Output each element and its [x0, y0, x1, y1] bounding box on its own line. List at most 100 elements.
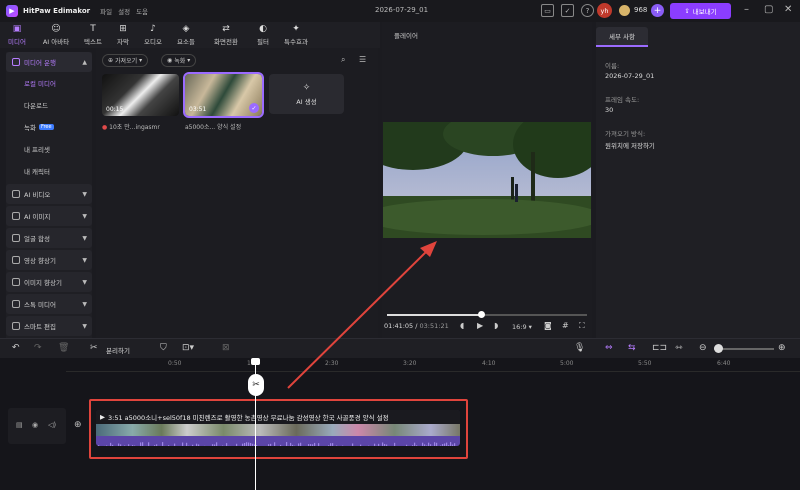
title-bar: ▶ HitPaw Edimakor 파일 설정 도움 2026-07-29_01…	[0, 0, 800, 22]
record-dropdown[interactable]: ◉ 녹화 ▾	[161, 54, 197, 67]
redo-icon[interactable]: ↷	[34, 343, 42, 353]
video-preview[interactable]	[383, 122, 591, 238]
list-view-icon[interactable]: ☰	[359, 55, 366, 64]
playhead-handle[interactable]	[251, 358, 260, 365]
tab-label: 텍스트	[84, 38, 102, 46]
player-title: 플레이어	[394, 32, 418, 40]
ai-generate-button[interactable]: ✧ AI 생성	[269, 74, 344, 114]
snapshot-icon[interactable]: ◙	[544, 321, 552, 330]
mask-icon[interactable]: ⊡▾	[182, 343, 194, 353]
split-track-icon[interactable]: ⊏⊐	[652, 343, 667, 353]
sidebar-item-record[interactable]: 녹화 Free	[6, 116, 92, 138]
media-thumbnail-selected[interactable]: 03:51 ✓	[183, 72, 264, 118]
menu-settings[interactable]: 설정	[118, 6, 130, 16]
sidebar-item-local-media[interactable]: 로컬 미디어	[6, 72, 92, 94]
tab-media[interactable]: ▣ 미디어	[0, 23, 34, 48]
name-label: 이름:	[605, 62, 620, 70]
aspect-label: 16:9	[512, 323, 527, 331]
menu-help[interactable]: 도움	[136, 6, 148, 16]
prev-frame-icon[interactable]: ◖	[460, 321, 464, 330]
fit-icon[interactable]: ⇿	[675, 343, 683, 353]
sidebar-item-characters[interactable]: 내 캐릭터	[6, 160, 92, 182]
sidebar-group-smart-edit[interactable]: 스마트 편집 ▼	[6, 316, 92, 336]
add-credits-button[interactable]: +	[651, 4, 664, 17]
freeze-icon[interactable]: ⊠	[222, 343, 230, 353]
project-title: 2026-07-29_01	[375, 6, 429, 14]
effects-icon: ✦	[292, 24, 300, 34]
tab-elements[interactable]: ◈ 요소들	[168, 23, 204, 48]
screen-icon[interactable]: ▭	[541, 4, 554, 17]
chevron-down-icon: ▼	[82, 256, 87, 264]
seek-handle[interactable]	[478, 311, 485, 318]
volume-icon[interactable]: ◁)	[48, 421, 56, 429]
undo-icon[interactable]: ↶	[12, 343, 20, 353]
next-frame-icon[interactable]: ◗	[494, 321, 498, 330]
tab-filter[interactable]: ◐ 필터	[248, 23, 278, 48]
tab-details[interactable]: 세부 사항	[596, 27, 648, 47]
media-panel: ⊕ 가져오기 ▾ ◉ 녹화 ▾ ⌕ ☰ 00:15 03:51 ✓ ✧ AI 생성 ● …	[96, 48, 378, 338]
export-button[interactable]: ⇪ 내보내기	[670, 3, 731, 19]
shield-icon[interactable]: ⛉	[160, 343, 167, 353]
time-ruler[interactable]: 0:50 1:40 2:30 3:20 4:10 5:00 5:50 6:40	[66, 358, 800, 372]
sidebar-group-face-swap[interactable]: 얼굴 합성 ▼	[6, 228, 92, 248]
search-icon[interactable]: ⌕	[341, 55, 345, 65]
scissors-icon[interactable]: ✂	[90, 343, 98, 353]
link-icon[interactable]: ⇔	[605, 343, 613, 353]
minimize-icon[interactable]: –	[744, 4, 749, 15]
add-media-icon[interactable]: ⊕	[74, 420, 82, 430]
split-button[interactable]: 분리하기	[106, 345, 130, 355]
sidebar-group-stock-media[interactable]: 스톡 미디어 ▼	[6, 294, 92, 314]
sidebar-group-image-enhancer[interactable]: 이미지 향상기 ▼	[6, 272, 92, 292]
tab-text[interactable]: T 텍스트	[78, 23, 108, 48]
tab-effects[interactable]: ✦ 특수효과	[278, 23, 314, 48]
import-dropdown[interactable]: ⊕ 가져오기 ▾	[102, 54, 149, 67]
feedback-icon[interactable]: ✓	[561, 4, 574, 17]
ai-sparkle-icon: ✧	[302, 82, 311, 93]
ruler-tick: 6:40	[717, 360, 731, 367]
ruler-tick: 3:20	[403, 360, 417, 367]
scissors-icon[interactable]: ✂	[248, 374, 264, 396]
crop-icon[interactable]: #	[562, 321, 569, 330]
help-icon[interactable]: ?	[581, 4, 594, 17]
add-icon: ⊕	[108, 57, 114, 64]
delete-icon[interactable]: 🗑	[58, 343, 69, 353]
magnet-icon[interactable]: ⇆	[628, 343, 636, 353]
tab-ai-avatar[interactable]: ☺ AI 아바타	[34, 23, 78, 48]
layer-icon[interactable]: ▤	[16, 421, 23, 429]
sidebar-group-ai-video[interactable]: AI 비디오 ▼	[6, 184, 92, 204]
sidebar-group-video-enhancer[interactable]: 영상 향상기 ▼	[6, 250, 92, 270]
seek-bar[interactable]	[387, 311, 587, 318]
subtitle-icon: ⊞	[119, 24, 127, 34]
media-thumbnail[interactable]: 00:15	[102, 74, 179, 116]
sidebar-head-media[interactable]: 미디어 운행 ▲	[6, 52, 92, 72]
maximize-icon[interactable]: ▢	[764, 4, 773, 15]
tab-audio[interactable]: ♪ 오디오	[138, 23, 168, 48]
tab-subtitle[interactable]: ⊞ 자막	[108, 23, 138, 48]
enhance-video-icon	[12, 256, 20, 264]
export-icon: ⇪	[684, 7, 690, 15]
sidebar-item-presets[interactable]: 내 프리셋	[6, 138, 92, 160]
microphone-icon[interactable]: 🎙	[574, 343, 585, 353]
total-time: 03:51:21	[419, 322, 449, 330]
tab-transition[interactable]: ⇄ 화면전환	[204, 23, 248, 48]
chevron-up-icon: ▲	[82, 58, 87, 66]
ruler-tick: 4:10	[482, 360, 496, 367]
play-icon[interactable]: ▶	[477, 321, 483, 330]
menu-file[interactable]: 파일	[100, 6, 112, 16]
zoom-in-icon[interactable]: ⊕	[778, 343, 786, 353]
fullscreen-icon[interactable]: ⛶	[579, 321, 585, 331]
visibility-icon[interactable]: ◉	[32, 421, 38, 429]
sidebar-item-label: 내 캐릭터	[24, 168, 50, 176]
sidebar-group-ai-image[interactable]: AI 이미지 ▼	[6, 206, 92, 226]
zoom-slider[interactable]	[714, 348, 774, 350]
aspect-ratio-dropdown[interactable]: 16:9 ▾	[512, 323, 532, 331]
sidebar-item-download[interactable]: 다운로드	[6, 94, 92, 116]
avatar[interactable]: yh	[597, 3, 612, 18]
ruler-tick: 5:50	[638, 360, 652, 367]
chevron-down-icon: ▼	[82, 190, 87, 198]
close-icon[interactable]: ✕	[784, 4, 792, 15]
tab-label: 필터	[257, 38, 269, 46]
zoom-out-icon[interactable]: ⊖	[699, 343, 707, 353]
zoom-handle[interactable]	[714, 344, 723, 353]
app-name: HitPaw Edimakor	[23, 7, 91, 15]
